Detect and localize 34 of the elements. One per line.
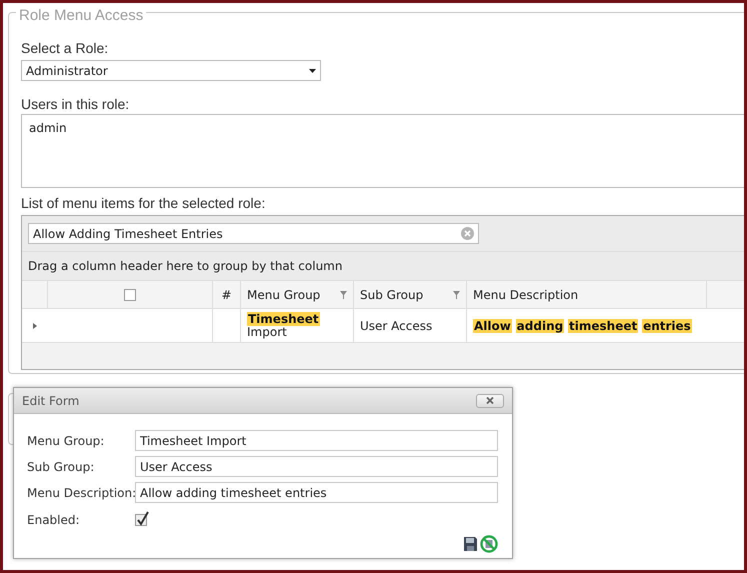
column-header[interactable]: Menu Description [467,281,707,308]
field-label: Enabled: [27,512,81,529]
users-listbox[interactable]: admin [21,114,744,188]
text-input-field[interactable]: Timesheet Import [135,430,498,451]
table-cell-text: Timesheet Import [247,312,321,338]
group-panel-hint: Drag a column header here to group by that column [28,258,342,275]
search-field[interactable]: Allow Adding Timesheet Entries [28,223,479,244]
clear-icon[interactable] [461,227,474,240]
role-dropdown[interactable]: Administrator [21,60,321,81]
cancel-icon[interactable] [480,535,498,553]
enabled-checkbox[interactable] [135,514,147,526]
dialog-title: Edit Form [22,392,80,410]
close-icon [486,397,494,404]
column-header[interactable]: Sub Group [354,281,467,308]
filter-icon[interactable] [340,290,347,298]
table-cell-text: User Access [360,318,432,334]
field-label: Sub Group: [27,458,96,476]
save-icon[interactable] [464,537,477,551]
text-input-field[interactable]: Allow adding timesheet entries [135,482,498,503]
close-button[interactable] [476,394,504,408]
column-header[interactable]: Menu Group [241,281,354,308]
text-input-field[interactable]: User Access [135,456,498,477]
caret-icon [309,68,316,72]
field-label: Menu Group: [27,432,106,450]
field-label: Menu Description: [27,484,135,502]
table-cell-text: Allow adding timesheet entries [473,318,692,334]
select-all-checkbox[interactable] [124,288,136,300]
expand-arrow-icon[interactable] [33,322,37,328]
filter-icon[interactable] [453,290,460,298]
field-label: Users in this role: [21,95,130,113]
list-item[interactable]: admin [29,119,67,137]
column-header[interactable]: # [213,281,241,308]
field-label: List of menu items for the selected role: [21,194,266,212]
field-label: Select a Role: [21,39,110,57]
